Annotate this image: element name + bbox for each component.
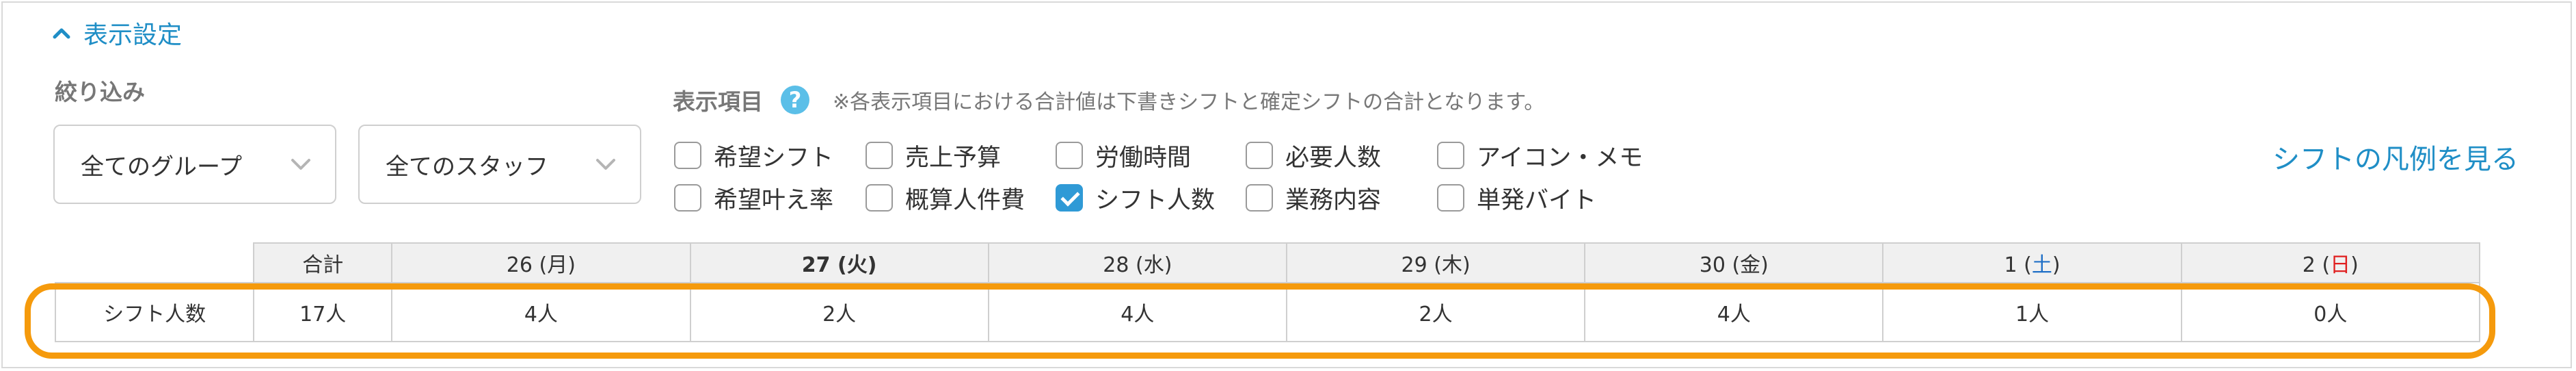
checkbox-working-hours[interactable]: 労働時間 bbox=[1056, 138, 1191, 172]
table-header-row: 合計 26 (月) 27 (火) 28 (水) 29 (木) 30 (金) 1 … bbox=[55, 242, 2481, 283]
help-icon[interactable]: ? bbox=[781, 86, 809, 114]
checkbox-label: 必要人数 bbox=[1285, 144, 1382, 172]
checkbox-box[interactable] bbox=[674, 142, 701, 169]
checkbox-box[interactable] bbox=[1437, 142, 1464, 169]
group-select-value: 全てのグループ bbox=[81, 153, 242, 181]
checkbox-shift-count[interactable]: シフト人数 bbox=[1056, 181, 1215, 215]
chevron-down-icon bbox=[596, 159, 615, 170]
checkbox-label: 概算人件費 bbox=[905, 186, 1025, 214]
checkbox-label: 業務内容 bbox=[1285, 186, 1382, 214]
checkbox-box[interactable] bbox=[1246, 142, 1273, 169]
header-day: 28 (水) bbox=[987, 242, 1287, 283]
staff-select[interactable]: 全てのスタッフ bbox=[358, 125, 641, 204]
checkbox-required-staff[interactable]: 必要人数 bbox=[1246, 138, 1381, 172]
table-cell: 2人 bbox=[1285, 282, 1586, 342]
table-cell: 0人 bbox=[2180, 282, 2481, 342]
checkbox-label: アイコン・メモ bbox=[1477, 144, 1643, 172]
header-total: 合計 bbox=[253, 242, 393, 283]
checkbox-label: 希望叶え率 bbox=[714, 186, 834, 214]
header-day: 26 (月) bbox=[391, 242, 691, 283]
header-day: 30 (金) bbox=[1584, 242, 1884, 283]
display-items-label: 表示項目 bbox=[673, 88, 763, 115]
chevron-up-icon bbox=[53, 28, 70, 39]
table-cell: 4人 bbox=[1584, 282, 1884, 342]
header-day-today: 27 (火) bbox=[689, 242, 989, 283]
display-settings-toggle[interactable]: 表示設定 bbox=[51, 15, 182, 51]
checkbox-box[interactable] bbox=[866, 142, 893, 169]
header-day: 29 (木) bbox=[1285, 242, 1586, 283]
table-cell: 1人 bbox=[1882, 282, 2182, 342]
display-items-note: ※各表示項目における合計値は下書きシフトと確定シフトの合計となります。 bbox=[833, 90, 1545, 114]
table-cell: 4人 bbox=[391, 282, 691, 342]
checkbox-label: 売上予算 bbox=[905, 144, 1002, 172]
checkbox-labor-cost[interactable]: 概算人件費 bbox=[866, 181, 1025, 215]
checkbox-label: 希望シフト bbox=[714, 144, 834, 172]
checkbox-label: 単発バイト bbox=[1477, 186, 1597, 214]
header-day-saturday: 1 (土) bbox=[1882, 242, 2182, 283]
checkbox-one-time-job[interactable]: 単発バイト bbox=[1437, 181, 1596, 215]
row-total: 17人 bbox=[253, 282, 393, 342]
checkbox-wish-fulfillment[interactable]: 希望叶え率 bbox=[674, 181, 833, 215]
table-row: シフト人数 17人 4人 2人 4人 2人 4人 1人 0人 bbox=[54, 282, 2481, 342]
display-settings-panel: 表示設定 絞り込み 全てのグループ 全てのスタッフ 表示項目 ? ※各表示項目に… bbox=[1, 1, 2572, 368]
checkbox-box[interactable] bbox=[1056, 142, 1083, 169]
check-icon[interactable] bbox=[1056, 184, 1083, 212]
row-label: シフト人数 bbox=[54, 282, 255, 342]
checkbox-label: 労働時間 bbox=[1095, 144, 1192, 172]
checkbox-desired-shift[interactable]: 希望シフト bbox=[674, 138, 833, 172]
header-day-sunday: 2 (日) bbox=[2180, 242, 2481, 283]
filter-label: 絞り込み bbox=[55, 79, 145, 105]
table-cell: 4人 bbox=[987, 282, 1287, 342]
checkbox-box[interactable] bbox=[866, 184, 893, 212]
shift-count-table: 合計 26 (月) 27 (火) 28 (水) 29 (木) 30 (金) 1 … bbox=[54, 242, 2481, 342]
table-corner bbox=[55, 243, 255, 283]
checkbox-sales-budget[interactable]: 売上予算 bbox=[866, 138, 1001, 172]
shift-legend-link[interactable]: シフトの凡例を見る bbox=[2272, 137, 2519, 177]
chevron-down-icon bbox=[291, 159, 310, 170]
checkbox-box[interactable] bbox=[1246, 184, 1273, 212]
table-cell: 2人 bbox=[689, 282, 989, 342]
checkbox-label: シフト人数 bbox=[1095, 186, 1216, 214]
checkbox-job-content[interactable]: 業務内容 bbox=[1246, 181, 1381, 215]
checkbox-icon-memo[interactable]: アイコン・メモ bbox=[1437, 138, 1643, 172]
group-select[interactable]: 全てのグループ bbox=[53, 125, 336, 204]
display-settings-label: 表示設定 bbox=[83, 21, 183, 49]
display-items-header: 表示項目 ? ※各表示項目における合計値は下書きシフトと確定シフトの合計となりま… bbox=[673, 84, 1544, 116]
checkbox-box[interactable] bbox=[674, 184, 701, 212]
staff-select-value: 全てのスタッフ bbox=[386, 153, 548, 181]
checkbox-box[interactable] bbox=[1437, 184, 1464, 212]
